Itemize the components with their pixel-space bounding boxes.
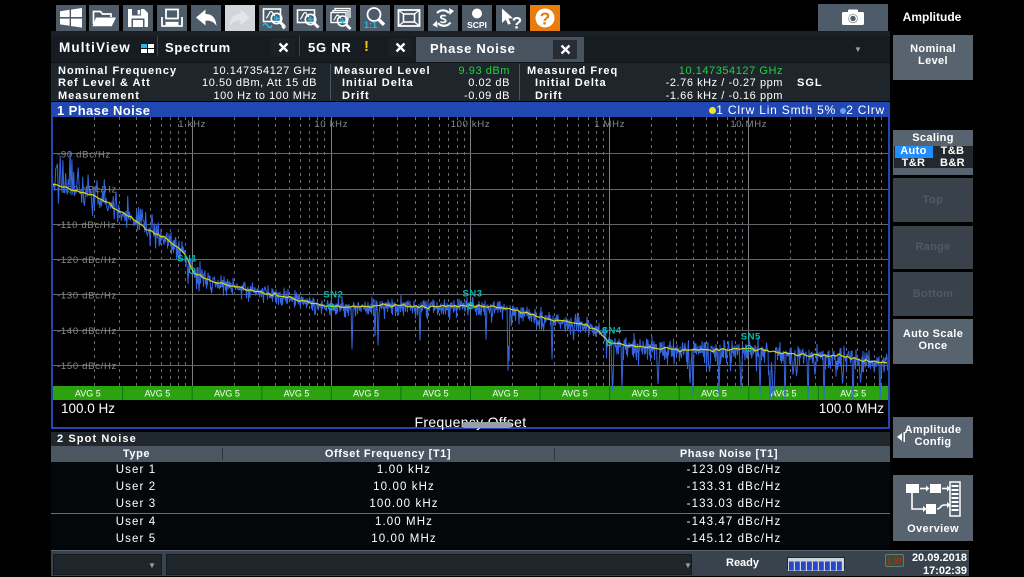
svg-text:AVG 5: AVG 5 [562, 389, 588, 399]
svg-text:AVG 5: AVG 5 [75, 389, 101, 399]
svg-text:SN2: SN2 [323, 290, 343, 301]
svg-text:AVG 5: AVG 5 [353, 389, 379, 399]
svg-text:-110 dBc/Hz: -110 dBc/Hz [57, 220, 116, 231]
svg-text:-130 dBc/Hz: -130 dBc/Hz [57, 291, 117, 302]
svg-text:100 kHz: 100 kHz [451, 119, 491, 130]
svg-text:SN4: SN4 [602, 326, 622, 337]
svg-text:1 kHz: 1 kHz [178, 119, 206, 130]
svg-text:10 kHz: 10 kHz [314, 119, 348, 130]
svg-text:AVG 5: AVG 5 [701, 389, 727, 399]
svg-text:SN3: SN3 [463, 289, 483, 300]
svg-text:-120 dBc/Hz: -120 dBc/Hz [57, 255, 117, 266]
svg-text:-90 dBc/Hz: -90 dBc/Hz [57, 149, 111, 160]
svg-text:AVG 5: AVG 5 [284, 389, 310, 399]
svg-text:AVG 5: AVG 5 [144, 389, 170, 399]
svg-text:1:1: 1:1 [364, 20, 377, 30]
svg-text:SN1: SN1 [177, 254, 197, 265]
svg-text:AVG 5: AVG 5 [423, 389, 449, 399]
svg-text:?: ? [512, 14, 522, 32]
svg-text:-140 dBc/Hz: -140 dBc/Hz [57, 326, 117, 337]
svg-text:SN5: SN5 [741, 331, 761, 342]
svg-text:1 MHz: 1 MHz [594, 119, 625, 130]
svg-text:SCPI: SCPI [467, 20, 487, 30]
svg-text:?: ? [540, 9, 551, 29]
svg-text:10 MHz: 10 MHz [730, 119, 767, 130]
svg-text:AVG 5: AVG 5 [632, 389, 658, 399]
svg-text:AVG 5: AVG 5 [214, 389, 240, 399]
svg-text:-150 dBc/Hz: -150 dBc/Hz [57, 361, 117, 372]
svg-text:AVG 5: AVG 5 [492, 389, 518, 399]
